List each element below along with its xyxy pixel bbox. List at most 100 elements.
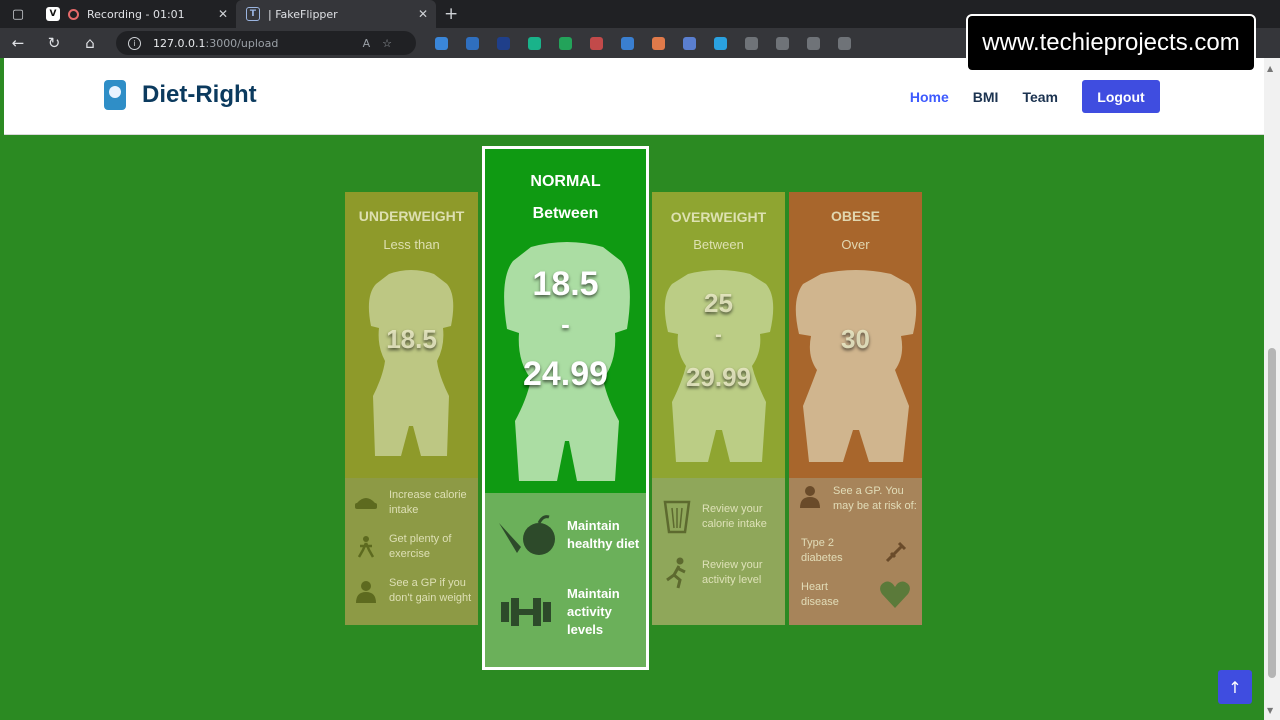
collections-icon[interactable] [838,36,851,50]
tab-fakeflipper[interactable]: T | FakeFlipper ✕ [236,0,436,28]
heart-icon [880,581,910,608]
scroll-down-icon[interactable]: ▼ [1267,706,1273,715]
bmi-value: 30 [841,324,870,354]
card-overweight: OVERWEIGHT Between 25 - 29.99 Review you… [652,192,785,625]
card-title: OVERWEIGHT [670,209,767,225]
extension-icon[interactable] [528,36,541,50]
back-icon[interactable]: ← [0,28,36,58]
page-scrollbar[interactable]: ▲ ▼ [1264,58,1280,720]
site-info-icon[interactable]: i [128,36,141,50]
nav-team[interactable]: Team [1022,89,1058,105]
tip-item: Review your calorie intake [662,500,782,534]
tip-text: Maintain activity levels [567,586,620,637]
read-aloud-icon[interactable]: A☆ [363,37,404,50]
dumbbell-icon [501,598,551,626]
tip-text: Heart disease [801,581,839,608]
bmi-value-low: 25 [704,288,733,318]
watermark: www.techieprojects.com [966,14,1256,72]
tab-label: Recording - 01:01 [87,7,185,21]
food-icon [355,498,377,509]
card-subtitle: Between [693,237,744,252]
extension-icon[interactable] [497,36,510,50]
close-tab-icon[interactable]: ✕ [218,7,228,21]
exercise-icon [357,536,375,558]
doctor-icon [356,581,376,603]
favorites-icon[interactable] [807,36,820,50]
url-host: 127.0.0.1 [153,36,206,50]
body-silhouette-icon [368,270,454,456]
bmi-value: 18.5 [386,324,437,354]
bmi-dash: - [715,324,722,346]
tip-text: Increase calorie intake [389,489,467,516]
vivaldi-icon: V [46,7,60,21]
doctor-icon [800,486,820,508]
download-extension-icon[interactable] [435,36,448,50]
extensions-row [426,36,860,50]
tip-item: Get plenty of exercise [353,532,475,562]
tip-item: Maintain activity levels [495,585,645,639]
brand-name: Diet-Right [142,81,257,108]
bmi-dash: - [561,309,570,339]
extension-icon[interactable] [621,36,634,50]
address-bar[interactable]: i 127.0.0.1:3000/upload A☆ [116,31,416,55]
tip-item: Maintain healthy diet [495,513,645,557]
back-to-top-button[interactable]: ↑ [1218,670,1252,704]
tip-item: Increase calorie intake [353,488,475,518]
tip-item: Heart disease [801,580,921,610]
scroll-up-icon[interactable]: ▲ [1267,64,1273,73]
nav-home[interactable]: Home [910,89,949,105]
extension-icon[interactable] [745,36,758,50]
tip-text: See a GP. You may be at risk of: [833,485,917,512]
split-screen-icon[interactable] [776,36,789,50]
scrollbar-thumb[interactable] [1268,348,1276,678]
card-title: OBESE [830,208,880,224]
card-subtitle: Less than [383,237,440,252]
card-title: NORMAL [530,173,601,190]
tip-item: See a GP if you don't gain weight [353,576,475,606]
tip-text: Type 2 diabetes [801,537,843,564]
capture-extension-icon[interactable] [466,36,479,50]
tip-text: Review your activity level [702,559,763,586]
card-obese: OBESE Over 30 See a GP. You may be at ri… [789,192,922,625]
page-favicon-icon: T [246,7,260,21]
extension-icon[interactable] [683,36,696,50]
brand[interactable]: Diet-Right [104,80,257,110]
logout-button[interactable]: Logout [1082,80,1160,113]
card-underweight: UNDERWEIGHT Less than 18.5 Increase calo… [345,192,478,625]
tab-recording[interactable]: V Recording - 01:01 ✕ [36,0,236,28]
apple-carrot-icon [499,515,555,555]
tip-text: Maintain healthy diet [567,518,640,551]
bmi-value-high: 29.99 [685,362,752,392]
telegram-icon[interactable] [714,36,727,50]
body-silhouette-icon [795,270,917,462]
syringe-icon [885,541,907,563]
nav-bmi[interactable]: BMI [973,89,999,105]
bmi-value-low: 18.5 [532,265,599,303]
tab-actions-icon[interactable]: ▢ [0,0,36,28]
card-subtitle: Between [532,205,599,222]
record-icon [68,8,79,20]
arrow-up-icon: ↑ [1228,677,1242,697]
extension-icon[interactable] [590,36,603,50]
home-icon[interactable]: ⌂ [72,28,108,58]
tip-item: Review your activity level [662,556,782,590]
glass-icon [663,500,691,534]
extension-icon[interactable] [559,36,572,50]
card-subtitle: Over [841,237,870,252]
extension-icon[interactable] [652,36,665,50]
reload-icon[interactable]: ↻ [36,28,72,58]
tip-text: See a GP if you don't gain weight [389,577,472,604]
tab-label: | FakeFlipper [268,7,338,21]
main-nav: Home BMI Team Logout [886,80,1160,113]
card-title: UNDERWEIGHT [358,208,465,224]
close-tab-icon[interactable]: ✕ [418,7,428,21]
tip-item: Type 2 diabetes [801,536,919,566]
app-logo-icon [104,80,126,110]
url-path: :3000/upload [205,36,279,50]
tip-text: Get plenty of exercise [389,533,452,560]
tip-item: See a GP. You may be at risk of: [797,484,919,514]
bmi-value-high: 24.99 [522,355,609,393]
new-tab-icon[interactable]: + [444,4,458,24]
tip-text: Review your calorie intake [702,503,767,530]
card-normal[interactable]: NORMAL Between 18.5 - 24.99 Maintain hea… [482,146,649,670]
